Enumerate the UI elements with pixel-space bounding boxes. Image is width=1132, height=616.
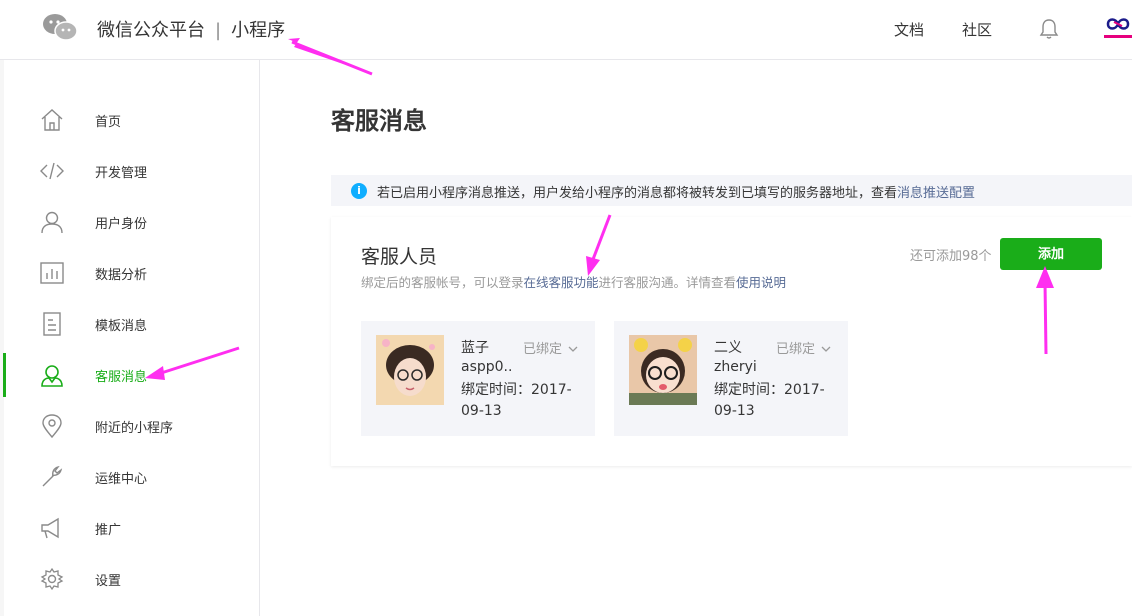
active-indicator: [3, 353, 6, 397]
brand-separator: |: [215, 20, 222, 41]
sidebar-item-label: 模板消息: [95, 319, 148, 334]
agent-status-dropdown[interactable]: 已绑定: [523, 338, 578, 357]
platform-name: 微信公众平台: [97, 20, 205, 41]
panel-description: 绑定后的客服帐号，可以登录在线客服功能进行客服沟通。详情查看使用说明: [361, 272, 786, 291]
agent-status: 已绑定: [776, 342, 816, 357]
agent-card: 二义 已绑定 zheryi 绑定时间：2017-09-13: [614, 321, 848, 436]
sidebar-item-label: 附近的小程序: [95, 421, 174, 436]
desc-middle: 进行客服沟通。详情查看: [598, 275, 737, 290]
agent-bind-time: 绑定时间：2017-09-13: [461, 382, 572, 419]
sidebar-item-user-identity[interactable]: 用户身份: [0, 202, 259, 242]
wrench-icon: [42, 465, 63, 487]
notice-banner: i 若已启用小程序消息推送，用户发给小程序的消息都将被转发到已填写的服务器地址，…: [331, 175, 1132, 206]
agent-name: 二义: [714, 340, 742, 356]
agent-avatar: [376, 335, 444, 405]
sidebar-item-label: 推广: [95, 523, 122, 538]
sidebar-item-data-analysis[interactable]: 数据分析: [0, 253, 259, 293]
nav-community-link[interactable]: 社区: [962, 19, 992, 40]
sidebar-item-ops-center[interactable]: 运维中心: [0, 457, 259, 497]
gear-icon: [40, 567, 64, 591]
sidebar-item-dev-management[interactable]: 开发管理: [0, 151, 259, 191]
sidebar-item-settings[interactable]: 设置: [0, 559, 259, 599]
desc-prefix: 绑定后的客服帐号，可以登录: [361, 275, 524, 290]
chevron-down-icon: [821, 346, 831, 352]
sidebar-item-label: 客服消息: [95, 370, 148, 385]
chart-icon: [40, 262, 64, 284]
sidebar-item-customer-service[interactable]: 客服消息: [0, 353, 259, 397]
page-title: 客服消息: [331, 107, 427, 135]
remaining-count: 还可添加98个: [910, 249, 992, 264]
sidebar-item-label: 设置: [95, 574, 122, 589]
product-name: 小程序: [231, 20, 286, 41]
sidebar-item-home[interactable]: 首页: [0, 100, 259, 140]
brand-title[interactable]: 微信公众平台 | 小程序: [97, 16, 285, 42]
top-header: 微信公众平台 | 小程序 文档 社区: [0, 0, 1132, 60]
info-icon: i: [351, 183, 367, 199]
agent-status: 已绑定: [523, 342, 563, 357]
agent-avatar: [629, 335, 697, 405]
usage-guide-link[interactable]: 使用说明: [736, 275, 786, 290]
customer-service-icon: [41, 365, 63, 387]
account-avatar-icon[interactable]: [1104, 14, 1132, 44]
sidebar-item-label: 用户身份: [95, 217, 148, 232]
message-push-config-link[interactable]: 消息推送配置: [897, 186, 975, 201]
bell-icon[interactable]: [1039, 18, 1059, 40]
agent-name: 蓝子: [461, 340, 489, 356]
sidebar-item-label: 运维中心: [95, 472, 148, 487]
online-service-link[interactable]: 在线客服功能: [524, 275, 599, 290]
sidebar-item-label: 开发管理: [95, 166, 148, 181]
agent-account: aspp0..: [461, 359, 513, 375]
customer-service-panel: 客服人员 绑定后的客服帐号，可以登录在线客服功能进行客服沟通。详情查看使用说明 …: [331, 217, 1132, 466]
location-icon: [42, 414, 62, 438]
panel-title: 客服人员: [361, 246, 438, 268]
nav-docs-link[interactable]: 文档: [894, 19, 924, 40]
code-icon: [40, 162, 64, 180]
document-icon: [43, 312, 61, 336]
notice-message: 若已启用小程序消息推送，用户发给小程序的消息都将被转发到已填写的服务器地址，查看: [377, 186, 898, 201]
chevron-down-icon: [568, 346, 578, 352]
user-icon: [41, 211, 63, 234]
sidebar-item-nearby-miniprograms[interactable]: 附近的小程序: [0, 406, 259, 446]
notice-text: 若已启用小程序消息推送，用户发给小程序的消息都将被转发到已填写的服务器地址，查看…: [377, 182, 975, 201]
megaphone-icon: [41, 517, 59, 539]
agent-status-dropdown[interactable]: 已绑定: [776, 338, 831, 357]
agent-bind-time: 绑定时间：2017-09-13: [714, 382, 825, 419]
sidebar-item-template-messages[interactable]: 模板消息: [0, 304, 259, 344]
wechat-logo-icon[interactable]: [42, 12, 78, 42]
agent-account: zheryi: [714, 359, 757, 375]
sidebar-item-label: 数据分析: [95, 268, 148, 283]
sidebar: 首页 开发管理 用户身份 数据分析 模板消息 客服消息 附近的小程序 运维中心 …: [0, 60, 260, 616]
add-agent-button[interactable]: 添加: [1000, 238, 1102, 270]
sidebar-item-label: 首页: [95, 115, 122, 130]
agent-card: 蓝子 已绑定 aspp0.. 绑定时间：2017-09-13: [361, 321, 595, 436]
sidebar-item-promotion[interactable]: 推广: [0, 508, 259, 548]
home-icon: [41, 109, 63, 131]
